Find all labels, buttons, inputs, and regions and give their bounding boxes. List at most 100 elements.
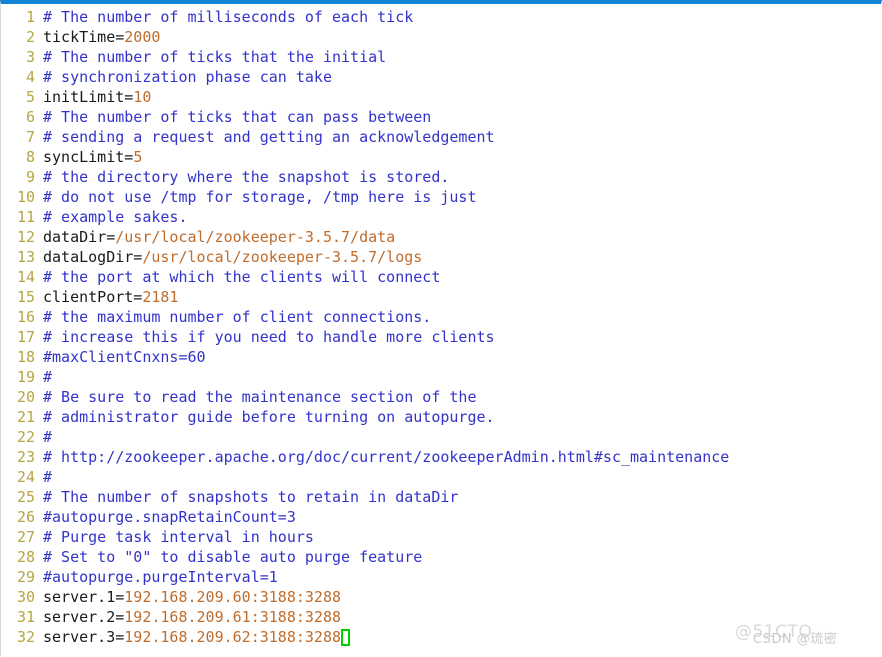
code-line[interactable]: 8 syncLimit=5 — [1, 147, 881, 167]
code-value: 5 — [133, 148, 143, 166]
line-number: 19 — [16, 368, 35, 386]
line-number: 17 — [16, 328, 35, 346]
line-number: 1 — [25, 8, 35, 26]
line-number: 16 — [16, 308, 35, 326]
code-line[interactable]: 31 server.2=192.168.209.61:3188:3288 — [1, 607, 881, 627]
code-comment: # the port at which the clients will con… — [43, 268, 441, 286]
code-line[interactable]: 1 # The number of milliseconds of each ti… — [1, 7, 881, 27]
code-line[interactable]: 22 # — [1, 427, 881, 447]
line-number: 29 — [16, 568, 35, 586]
code-key: syncLimit= — [43, 148, 134, 166]
code-line[interactable]: 20 # Be sure to read the maintenance sect… — [1, 387, 881, 407]
code-comment: # Set to "0" to disable auto purge featu… — [43, 548, 423, 566]
empty-line-marker: ~ — [3, 648, 13, 657]
code-line[interactable]: 11 # example sakes. — [1, 207, 881, 227]
code-line[interactable]: 23 # http://zookeeper.apache.org/doc/curr… — [1, 447, 881, 467]
code-line[interactable]: 5 initLimit=10 — [1, 87, 881, 107]
line-number: 2 — [25, 28, 35, 46]
code-line[interactable]: 9 # the directory where the snapshot is s… — [1, 167, 881, 187]
code-comment: # http://zookeeper.apache.org/doc/curren… — [43, 448, 730, 466]
code-key: dataDir= — [43, 228, 116, 246]
code-line[interactable]: 16 # the maximum number of client connect… — [1, 307, 881, 327]
code-line[interactable]: 25 # The number of snapshots to retain in… — [1, 487, 881, 507]
line-number: 26 — [16, 508, 35, 526]
code-line[interactable]: 3 # The number of ticks that the initial — [1, 47, 881, 67]
code-comment: # — [43, 368, 53, 386]
text-editor-window: 1 # The number of milliseconds of each ti… — [0, 0, 882, 657]
line-number: 27 — [16, 528, 35, 546]
code-line[interactable]: 13 dataLogDir=/usr/local/zookeeper-3.5.7/… — [1, 247, 881, 267]
code-line[interactable]: 4 # synchronization phase can take — [1, 67, 881, 87]
line-number: 20 — [16, 388, 35, 406]
code-line[interactable]: 24 # — [1, 467, 881, 487]
code-comment: # The number of milliseconds of each tic… — [43, 8, 414, 26]
code-line[interactable]: 21 # administrator guide before turning o… — [1, 407, 881, 427]
line-number: 3 — [25, 48, 35, 66]
code-comment: # example sakes. — [43, 208, 188, 226]
line-number: 32 — [16, 628, 35, 646]
code-line[interactable]: 19 # — [1, 367, 881, 387]
line-number: 28 — [16, 548, 35, 566]
code-line[interactable]: 28 # Set to "0" to disable auto purge fea… — [1, 547, 881, 567]
code-comment: #autopurge.purgeInterval=1 — [43, 568, 278, 586]
code-comment: #maxClientCnxns=60 — [43, 348, 206, 366]
line-number: 25 — [16, 488, 35, 506]
line-number: 10 — [16, 188, 35, 206]
code-line[interactable]: 6 # The number of ticks that can pass bet… — [1, 107, 881, 127]
code-line[interactable]: 29 #autopurge.purgeInterval=1 — [1, 567, 881, 587]
line-number: 9 — [25, 168, 35, 186]
code-key: dataLogDir= — [43, 248, 143, 266]
code-comment: # Be sure to read the maintenance sectio… — [43, 388, 477, 406]
code-line[interactable]: 17 # increase this if you need to handle … — [1, 327, 881, 347]
line-number: 23 — [16, 448, 35, 466]
code-value: /usr/local/zookeeper-3.5.7/data — [115, 228, 396, 246]
code-value: 2181 — [142, 288, 179, 306]
line-number: 15 — [16, 288, 35, 306]
code-comment: # do not use /tmp for storage, /tmp here… — [43, 188, 477, 206]
line-number: 13 — [16, 248, 35, 266]
code-value: 192.168.209.60:3188:3288 — [124, 588, 342, 606]
code-line[interactable]: 18 #maxClientCnxns=60 — [1, 347, 881, 367]
code-line[interactable]: 15 clientPort=2181 — [1, 287, 881, 307]
code-line[interactable]: 12 dataDir=/usr/local/zookeeper-3.5.7/dat… — [1, 227, 881, 247]
line-number: 7 — [25, 128, 35, 146]
line-number: 14 — [16, 268, 35, 286]
code-comment: # administrator guide before turning on … — [43, 408, 495, 426]
code-line[interactable]: 26 #autopurge.snapRetainCount=3 — [1, 507, 881, 527]
code-key: server.1= — [43, 588, 125, 606]
line-number: 8 — [25, 148, 35, 166]
line-number: 21 — [16, 408, 35, 426]
code-line[interactable]: 14 # the port at which the clients will c… — [1, 267, 881, 287]
code-comment: # the directory where the snapshot is st… — [43, 168, 450, 186]
line-number: 11 — [16, 208, 35, 226]
code-key: server.3= — [43, 628, 125, 646]
code-line[interactable]: 27 # Purge task interval in hours — [1, 527, 881, 547]
code-comment: # the maximum number of client connectio… — [43, 308, 432, 326]
code-comment: # The number of ticks that the initial — [43, 48, 387, 66]
code-comment: # increase this if you need to handle mo… — [43, 328, 495, 346]
code-key: initLimit= — [43, 88, 134, 106]
code-value: 2000 — [124, 28, 161, 46]
line-number: 22 — [16, 428, 35, 446]
code-line[interactable]: 7 # sending a request and getting an ackn… — [1, 127, 881, 147]
code-key: clientPort= — [43, 288, 143, 306]
code-comment: # — [43, 428, 53, 446]
line-number: 6 — [25, 108, 35, 126]
code-comment: # sending a request and getting an ackno… — [43, 128, 495, 146]
code-line[interactable]: 32 server.3=192.168.209.62:3188:3288 — [1, 627, 881, 647]
line-number: 30 — [16, 588, 35, 606]
code-line[interactable]: 10 # do not use /tmp for storage, /tmp he… — [1, 187, 881, 207]
code-comment: # The number of snapshots to retain in d… — [43, 488, 459, 506]
code-key: server.2= — [43, 608, 125, 626]
code-comment: #autopurge.snapRetainCount=3 — [43, 508, 296, 526]
code-line[interactable]: 2 tickTime=2000 — [1, 27, 881, 47]
line-number: 24 — [16, 468, 35, 486]
line-number: 12 — [16, 228, 35, 246]
code-line[interactable]: 30 server.1=192.168.209.60:3188:3288 — [1, 587, 881, 607]
code-value: 192.168.209.61:3188:3288 — [124, 608, 342, 626]
code-value: /usr/local/zookeeper-3.5.7/logs — [142, 248, 423, 266]
code-comment: # synchronization phase can take — [43, 68, 332, 86]
code-text-area[interactable]: 1 # The number of milliseconds of each ti… — [1, 4, 881, 656]
code-comment: # — [43, 468, 53, 486]
code-comment: # The number of ticks that can pass betw… — [43, 108, 432, 126]
